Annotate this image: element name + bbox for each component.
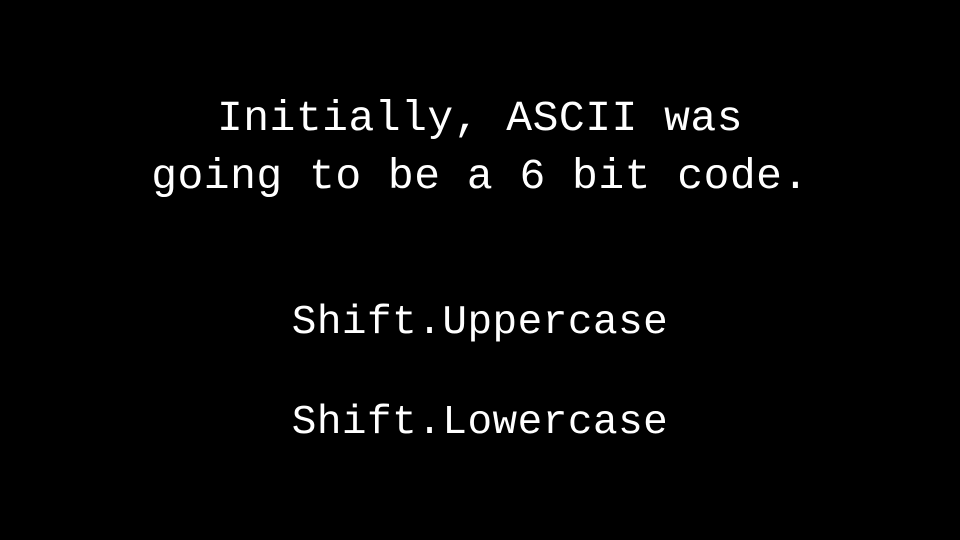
heading-line-1: Initially, ASCII was [217, 94, 743, 143]
list-item-1: Shift.Uppercase [0, 300, 960, 346]
slide: Initially, ASCII was going to be a 6 bit… [0, 0, 960, 540]
heading-line-2: going to be a 6 bit code. [151, 152, 809, 201]
list-item-2: Shift.Lowercase [0, 400, 960, 446]
slide-heading: Initially, ASCII was going to be a 6 bit… [0, 90, 960, 206]
